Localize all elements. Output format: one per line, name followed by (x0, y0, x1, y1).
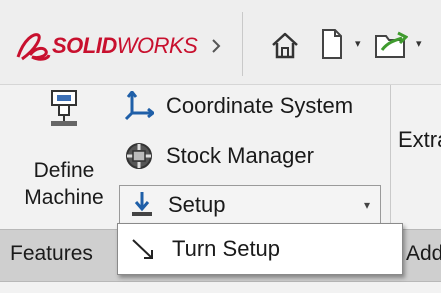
setup-icon (132, 192, 152, 216)
define-machine-label: Define Machine (24, 159, 104, 209)
brand-bold: SOLID (52, 33, 117, 58)
tab-features[interactable]: Features (10, 242, 93, 266)
coordinate-system-label: Coordinate System (166, 93, 354, 118)
define-machine-icon (51, 90, 77, 126)
stock-manager-icon (126, 143, 152, 169)
open-folder-icon[interactable] (374, 28, 408, 60)
home-icon[interactable] (270, 30, 300, 60)
stock-manager-button[interactable]: Stock Manager (124, 137, 314, 175)
extract-button[interactable]: Extrac (398, 127, 441, 153)
tab-addins[interactable]: Add- (406, 242, 441, 266)
expand-arrow-icon[interactable] (210, 36, 222, 56)
turn-setup-label: Turn Setup (172, 236, 281, 261)
define-machine-button[interactable]: Define Machine (10, 85, 118, 225)
coordinate-system-icon (124, 91, 154, 121)
title-bar: SOLIDWORKS ▾ ▾ (0, 0, 441, 85)
setup-label: Setup (168, 192, 226, 217)
turn-setup-menu-item[interactable]: Turn Setup (122, 228, 398, 270)
new-dropdown-arrow-icon[interactable]: ▾ (355, 37, 361, 50)
open-dropdown-arrow-icon[interactable]: ▾ (416, 37, 422, 50)
coordinate-system-button[interactable]: Coordinate System (124, 87, 353, 125)
ribbon-separator (390, 85, 391, 225)
setup-button[interactable]: Setup ▾ (119, 185, 381, 225)
ds-logo-icon (16, 33, 51, 61)
brand-name: SOLIDWORKS (52, 33, 198, 59)
new-document-icon[interactable] (320, 28, 344, 60)
command-manager-ribbon: Define Machine Coordinate System Stock M… (0, 85, 441, 228)
turn-setup-icon (132, 239, 153, 259)
setup-dropdown-menu: Turn Setup (117, 223, 403, 275)
brand-light: WORKS (116, 33, 198, 58)
solidworks-logo: SOLIDWORKS (14, 26, 198, 66)
setup-dropdown-arrow-icon[interactable]: ▾ (364, 198, 370, 212)
stock-manager-label: Stock Manager (166, 143, 314, 168)
toolbar-separator (242, 12, 243, 76)
